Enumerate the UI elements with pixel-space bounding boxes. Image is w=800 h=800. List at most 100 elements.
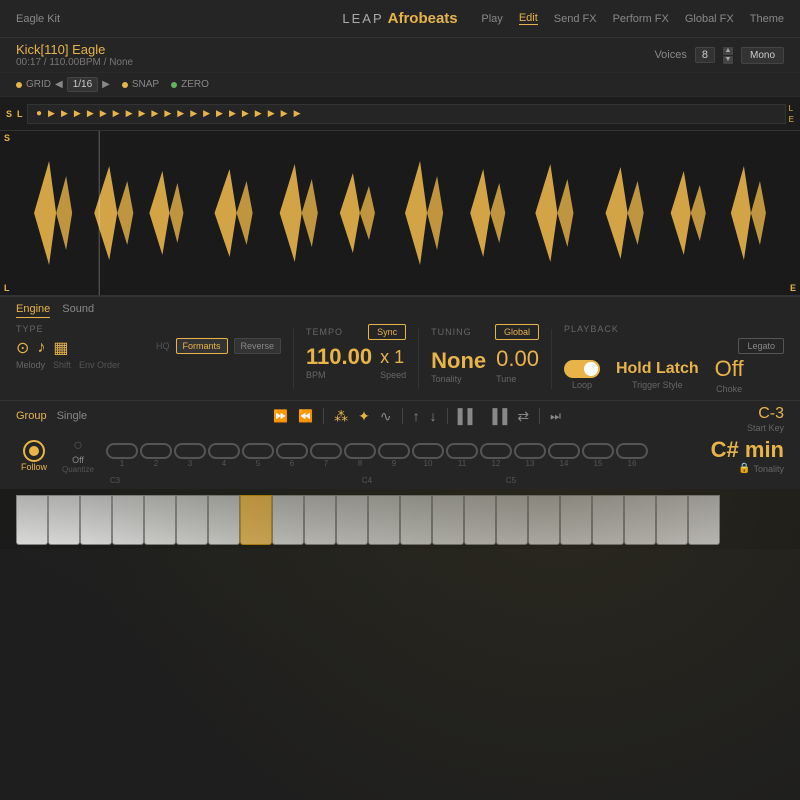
zero-dot: [171, 82, 177, 88]
playback-label: PLAYBACK: [564, 324, 619, 350]
toolbar-up[interactable]: ↑: [411, 406, 422, 426]
oscillator-icon[interactable]: ⊙: [16, 338, 29, 358]
follow-button[interactable]: [23, 440, 45, 462]
start-key-block: C-3 Start Key: [747, 405, 784, 433]
toolbar-wave[interactable]: ∿: [378, 406, 394, 427]
tab-engine[interactable]: Engine: [16, 303, 50, 318]
toolbar-arrows[interactable]: ⇄: [515, 406, 531, 427]
pad-14[interactable]: 14: [548, 443, 580, 468]
pad-10[interactable]: 10: [412, 443, 444, 468]
piano-key-2[interactable]: [48, 495, 80, 545]
seq-end-labels: L E: [789, 104, 794, 124]
tab-group[interactable]: Group: [16, 410, 47, 422]
sync-button[interactable]: Sync: [368, 324, 406, 340]
toolbar-grid1[interactable]: ⁂: [332, 406, 350, 427]
nav-play[interactable]: Play: [481, 13, 502, 25]
pad-5[interactable]: 5: [242, 443, 274, 468]
pad-8[interactable]: 8: [344, 443, 376, 468]
toolbar-fast-back[interactable]: ⏪: [296, 407, 315, 425]
pad-7[interactable]: 7: [310, 443, 342, 468]
toolbar-sep-2: [402, 408, 403, 424]
nav-edit[interactable]: Edit: [519, 12, 538, 25]
pad-6[interactable]: 6: [276, 443, 308, 468]
reverse-button[interactable]: Reverse: [234, 338, 282, 354]
piano-key-3[interactable]: [80, 495, 112, 545]
pad-4[interactable]: 4: [208, 443, 240, 468]
toolbar-sep-3: [447, 408, 448, 424]
toolbar-fast-forward[interactable]: ⏩: [271, 407, 290, 425]
toolbar-grid2[interactable]: ✦: [356, 406, 372, 427]
pad-16[interactable]: 16: [616, 443, 648, 468]
piano-key-17[interactable]: [528, 495, 560, 545]
grid-value[interactable]: 1/16: [67, 77, 98, 92]
piano-key-8-active[interactable]: [240, 495, 272, 545]
toolbar-bars2[interactable]: ▐▐: [485, 406, 509, 426]
pad-1[interactable]: 1: [106, 443, 138, 468]
legato-button[interactable]: Legato: [738, 338, 784, 354]
piano-key-9[interactable]: [272, 495, 304, 545]
grid-icon[interactable]: ▦: [53, 338, 68, 358]
piano-key-1[interactable]: [16, 495, 48, 545]
piano-key-10[interactable]: [304, 495, 336, 545]
toolbar-sep-4: [539, 408, 540, 424]
toolbar-down[interactable]: ↓: [428, 406, 439, 426]
group-header-row: Group Single ⏩ ⏪ ⁂ ✦ ∿ ↑ ↓ ▌▌ ▐▐ ⇄ ⏭: [16, 405, 784, 433]
mono-button[interactable]: Mono: [741, 47, 784, 64]
nav-perform-fx[interactable]: Perform FX: [613, 13, 669, 25]
toolbar-end[interactable]: ⏭: [548, 407, 563, 426]
trigger-style-label: Trigger Style: [632, 380, 683, 390]
pad-15[interactable]: 15: [582, 443, 614, 468]
voices-value[interactable]: 8: [695, 47, 715, 63]
piano-key-7[interactable]: [208, 495, 240, 545]
melody-icon[interactable]: ♪: [37, 339, 45, 357]
piano-key-11[interactable]: [336, 495, 368, 545]
piano-key-22[interactable]: [688, 495, 720, 545]
tab-single[interactable]: Single: [57, 410, 88, 422]
waveform-left-labels: S L: [2, 131, 12, 295]
nav-theme[interactable]: Theme: [750, 13, 784, 25]
pad-num-2: 2: [154, 459, 158, 468]
loop-toggle[interactable]: [564, 360, 600, 378]
pad-num-4: 4: [222, 459, 226, 468]
pad-12[interactable]: 12: [480, 443, 512, 468]
quantize-icon: ○: [73, 437, 83, 455]
tab-sound[interactable]: Sound: [62, 303, 94, 318]
waveform-area[interactable]: S L E: [0, 131, 800, 296]
piano-key-12[interactable]: [368, 495, 400, 545]
sequencer-bar[interactable]: ● ▶ ▶ ▶ ▶ ▶ ▶ ▶ ▶ ▶ ▶ ▶ ▶ ▶ ▶ ▶ ▶ ▶ ▶ ▶: [27, 104, 786, 124]
pad-11[interactable]: 11: [446, 443, 478, 468]
pad-9[interactable]: 9: [378, 443, 410, 468]
piano-key-13[interactable]: [400, 495, 432, 545]
piano-key-6[interactable]: [176, 495, 208, 545]
c5-label: C5: [494, 476, 528, 485]
piano-key-20[interactable]: [624, 495, 656, 545]
piano-key-16[interactable]: [496, 495, 528, 545]
formants-button[interactable]: Formants: [176, 338, 228, 354]
nav-global-fx[interactable]: Global FX: [685, 13, 734, 25]
tonality-lock-label: Tonality: [753, 464, 784, 474]
voices-up-arrow[interactable]: ▲: [723, 47, 733, 55]
pad-3[interactable]: 3: [174, 443, 206, 468]
voices-down-arrow[interactable]: ▼: [723, 56, 733, 64]
pad-loop-14: [548, 443, 580, 459]
start-key-label: Start Key: [747, 423, 784, 433]
piano-key-15[interactable]: [464, 495, 496, 545]
global-button[interactable]: Global: [495, 324, 539, 340]
toolbar-bars1[interactable]: ▌▌: [456, 406, 480, 426]
piano-key-19[interactable]: [592, 495, 624, 545]
pad-13[interactable]: 13: [514, 443, 546, 468]
choke-block: Off Choke: [715, 356, 744, 394]
pads-row: 1 2 3 4 5: [106, 443, 703, 468]
piano-key-5[interactable]: [144, 495, 176, 545]
pad-2[interactable]: 2: [140, 443, 172, 468]
seq-s-label: S: [6, 109, 16, 119]
piano-key-14[interactable]: [432, 495, 464, 545]
hold-latch-block: Hold Latch Trigger Style: [616, 360, 699, 390]
piano-key-4[interactable]: [112, 495, 144, 545]
grid-left-arrow[interactable]: ◀: [55, 79, 63, 90]
grid-right-arrow[interactable]: ▶: [102, 79, 110, 90]
nav-send-fx[interactable]: Send FX: [554, 13, 597, 25]
piano-key-21[interactable]: [656, 495, 688, 545]
pad-loop-16: [616, 443, 648, 459]
piano-key-18[interactable]: [560, 495, 592, 545]
